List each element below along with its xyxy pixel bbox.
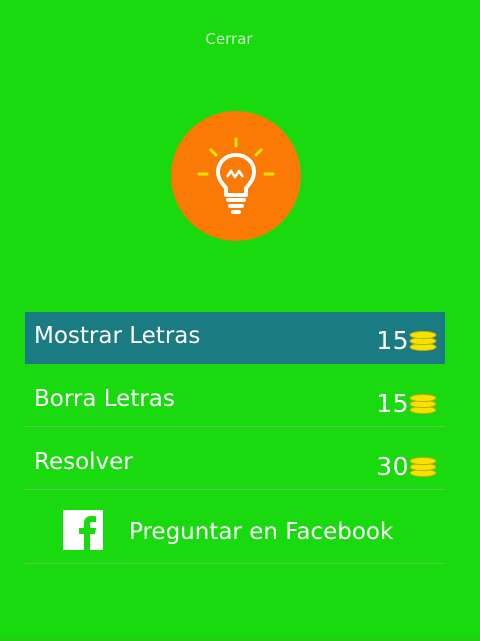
close-button[interactable]: Cerrar: [0, 30, 458, 48]
coins-icon: [409, 330, 437, 351]
facebook-icon: [63, 510, 103, 550]
option-cost: 15: [376, 326, 409, 355]
option-label: Borra Letras: [34, 386, 175, 412]
hint-options-list: Mostrar Letras 15 Borra Letras 15 Resolv…: [25, 312, 445, 575]
option-solve[interactable]: Resolver 30: [25, 438, 445, 490]
bottom-divider: [0, 636, 480, 641]
option-show-letters[interactable]: Mostrar Letras 15: [25, 312, 445, 364]
ask-facebook-button[interactable]: Preguntar en Facebook: [25, 501, 445, 564]
option-cost: 15: [376, 389, 409, 418]
hint-lightbulb-badge: [171, 111, 301, 241]
coins-icon: [409, 393, 437, 414]
lightbulb-icon: [197, 137, 275, 214]
option-label: Resolver: [34, 449, 133, 475]
coins-icon: [409, 456, 437, 477]
option-label: Mostrar Letras: [34, 323, 201, 349]
option-remove-letters[interactable]: Borra Letras 15: [25, 375, 445, 427]
facebook-label: Preguntar en Facebook: [129, 519, 394, 545]
option-cost: 30: [376, 452, 409, 481]
